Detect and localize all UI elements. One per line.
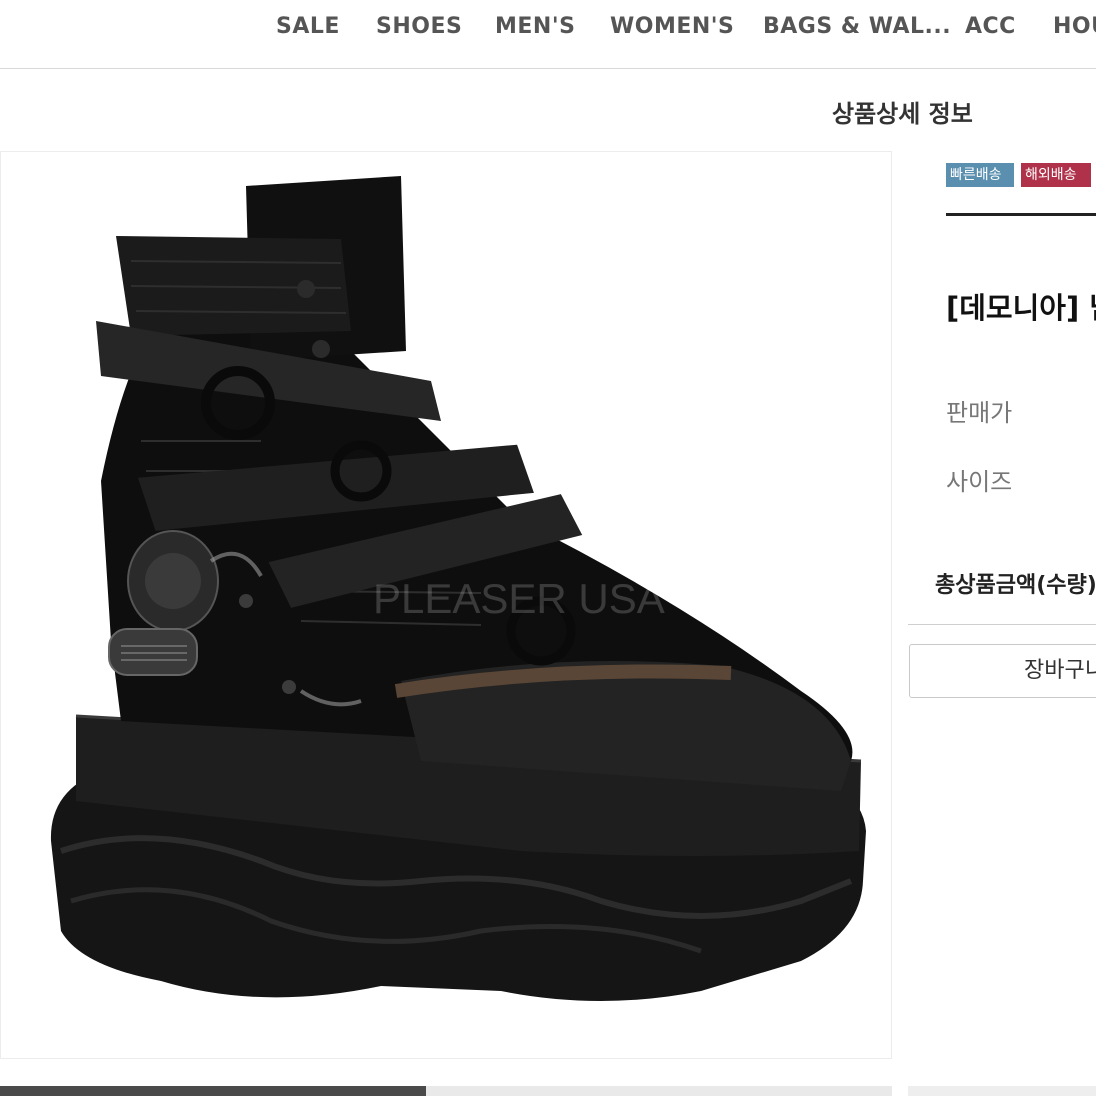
fast-shipping-badge: 빠른배송: [946, 163, 1014, 187]
price-label: 판매가: [946, 399, 1013, 427]
nav-item-sale[interactable]: SALE: [276, 14, 340, 39]
product-name: [데모니아] 남: [946, 291, 1096, 325]
page-section-title: 상품상세 정보: [832, 100, 973, 128]
nav-item-house[interactable]: HOU: [1053, 14, 1096, 39]
top-navigation: SALE SHOES MEN'S WOMEN'S BAGS & WAL... A…: [0, 0, 1096, 69]
overseas-shipping-badge: 해외배송: [1021, 163, 1091, 187]
size-label: 사이즈: [946, 468, 1013, 496]
product-image[interactable]: PLEASER USA: [0, 151, 892, 1059]
nav-item-acc[interactable]: ACC: [965, 14, 1016, 39]
nav-item-bags-wallets[interactable]: BAGS & WAL...: [763, 14, 951, 39]
image-watermark: PLEASER USA: [373, 575, 665, 622]
title-divider: [946, 213, 1096, 216]
nav-item-shoes[interactable]: SHOES: [376, 14, 462, 39]
total-amount-label: 총상품금액(수량): [935, 573, 1096, 598]
side-panel-bottom-strip: [908, 1086, 1096, 1096]
total-divider: [908, 624, 1096, 625]
boot-illustration: PLEASER USA: [50, 176, 867, 1001]
nav-item-womens[interactable]: WOMEN'S: [610, 14, 734, 39]
nav-item-mens[interactable]: MEN'S: [495, 14, 575, 39]
add-to-cart-button[interactable]: 장바구니: [909, 644, 1096, 698]
thumbnail-scroll-thumb[interactable]: [0, 1086, 426, 1096]
